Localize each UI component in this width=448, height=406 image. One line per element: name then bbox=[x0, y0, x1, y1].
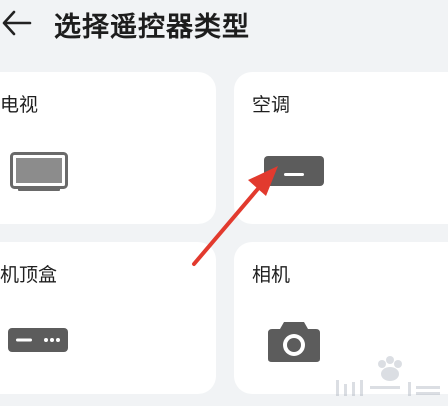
device-card-camera[interactable]: 相机 bbox=[234, 242, 448, 394]
camera-icon bbox=[266, 320, 322, 368]
device-label-air-conditioner: 空调 bbox=[252, 94, 291, 116]
device-card-tv[interactable]: 电视 bbox=[0, 72, 216, 224]
device-card-set-top-box[interactable]: 机顶盒 bbox=[0, 242, 216, 394]
back-button[interactable] bbox=[0, 6, 36, 40]
tv-icon bbox=[10, 152, 68, 196]
air-conditioner-icon bbox=[264, 156, 326, 194]
device-card-air-conditioner[interactable]: 空调 bbox=[234, 72, 448, 224]
set-top-box-icon bbox=[8, 328, 70, 358]
header: 选择遥控器类型 bbox=[0, 0, 448, 52]
device-label-tv: 电视 bbox=[0, 94, 39, 116]
back-arrow-icon bbox=[2, 10, 32, 36]
remote-type-screen: 选择遥控器类型 电视 空调 机顶盒 相机 bbox=[0, 0, 448, 406]
device-label-set-top-box: 机顶盒 bbox=[0, 264, 58, 286]
page-title: 选择遥控器类型 bbox=[54, 12, 250, 43]
device-label-camera: 相机 bbox=[252, 264, 291, 286]
